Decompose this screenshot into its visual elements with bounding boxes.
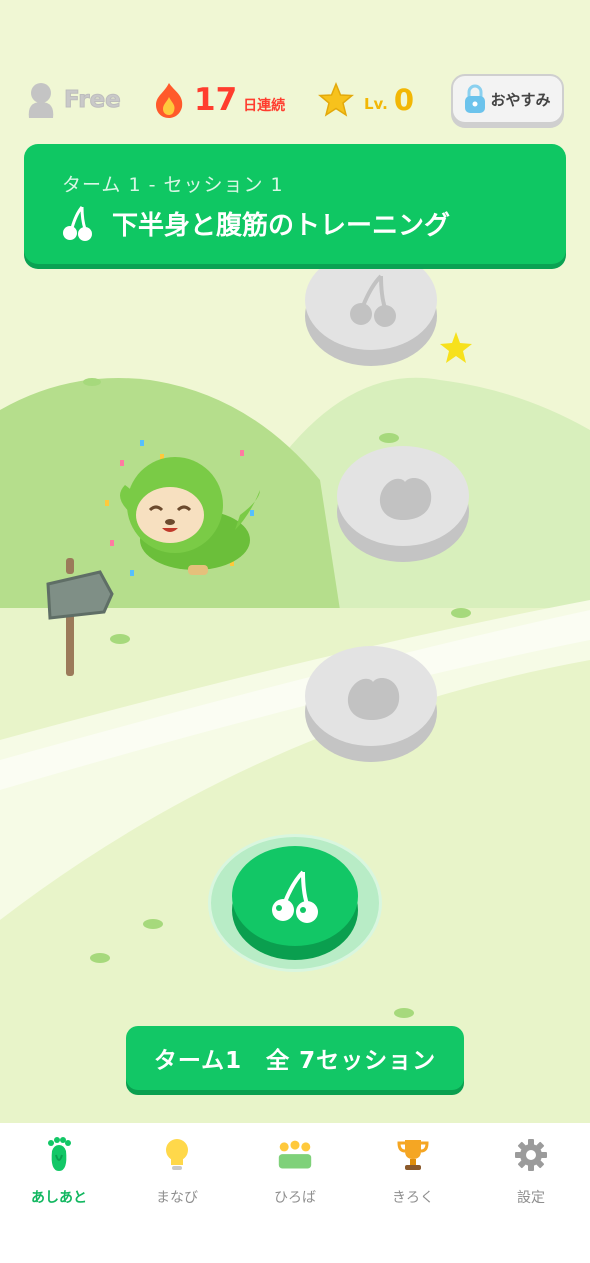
path-node-peach-locked[interactable]: [337, 446, 469, 546]
tab-label: きろく: [392, 1190, 434, 1206]
sloth-mascot: [105, 440, 260, 576]
people-icon: [277, 1135, 313, 1175]
trophy-icon: [395, 1135, 431, 1175]
streak-counter[interactable]: 17 日連続: [152, 72, 285, 128]
session-title: 下半身と腹筋のトレーニング: [112, 210, 451, 241]
bottom-tab-bar: あしあと まなび ひろば きろく 設定: [0, 1123, 590, 1263]
top-status-bar: Free 17 日連続 Lv. 0 おやすみ: [0, 72, 590, 132]
level-value: 0: [393, 83, 414, 117]
rest-button-label: おやすみ: [490, 90, 551, 109]
streak-unit: 日連続: [243, 98, 286, 114]
path-node-cherry-locked[interactable]: [305, 250, 437, 350]
tab-hiroba[interactable]: ひろば: [236, 1135, 354, 1207]
term-overview-button[interactable]: ターム1 全 7セッション: [126, 1026, 464, 1090]
flame-icon: [156, 83, 183, 118]
footprint-icon: [41, 1135, 77, 1175]
rest-button[interactable]: おやすみ: [451, 74, 564, 124]
tab-label: 設定: [517, 1190, 545, 1206]
plan-label: Free: [64, 87, 122, 114]
peach-icon: [379, 478, 432, 520]
path-node-peach-locked-2[interactable]: [305, 646, 437, 746]
star-icon: [318, 82, 354, 117]
lightbulb-icon: [159, 1135, 195, 1175]
session-title-row: 下半身と腹筋のトレーニング: [60, 204, 450, 242]
level-indicator[interactable]: Lv. 0: [318, 72, 414, 128]
tab-settings[interactable]: 設定: [472, 1135, 590, 1207]
cherry-icon: [272, 870, 318, 923]
tab-label: まなび: [156, 1190, 198, 1206]
sloth-silhouette-icon: [28, 83, 54, 118]
tab-kiroku[interactable]: きろく: [354, 1135, 472, 1207]
tab-ashiato[interactable]: あしあと: [0, 1135, 118, 1207]
level-prefix: Lv.: [364, 95, 388, 113]
lock-icon: [465, 84, 486, 113]
session-header-card[interactable]: ターム 1 - セッション 1 下半身と腹筋のトレーニング: [24, 144, 566, 264]
cherry-icon: [63, 206, 92, 241]
tab-manabi[interactable]: まなび: [118, 1135, 236, 1207]
session-subtitle: ターム 1 - セッション 1: [62, 174, 284, 196]
gear-icon: [513, 1135, 549, 1175]
tab-label: あしあと: [31, 1190, 87, 1206]
star-decoration: [440, 332, 472, 363]
path-node-cherry-current[interactable]: [232, 846, 358, 946]
streak-count: 17: [194, 82, 238, 118]
cherry-icon: [350, 274, 396, 327]
peach-icon: [347, 678, 400, 720]
plan-status[interactable]: Free: [24, 72, 121, 128]
tab-label: ひろば: [274, 1190, 316, 1206]
